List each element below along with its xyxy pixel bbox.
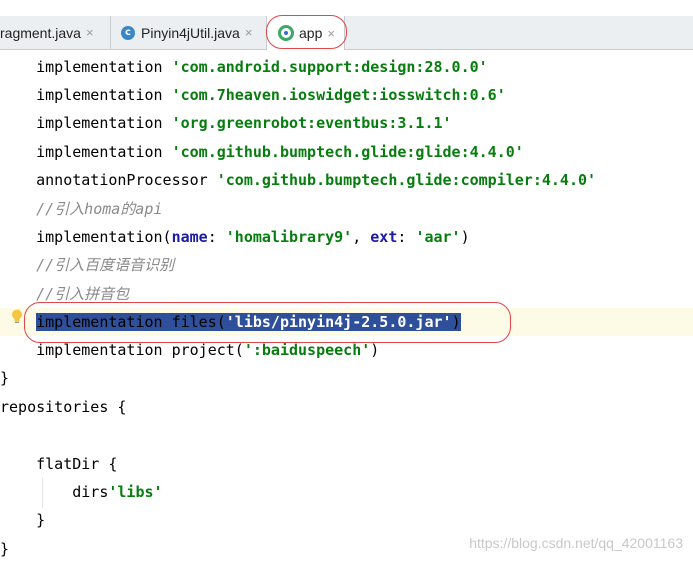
code-line[interactable]: //引入百度语音识别 [0,251,693,279]
code-keyword: dirs [72,483,109,501]
code-keyword: implementation [36,143,172,161]
code-string: 'homalibrary9' [225,228,353,246]
code-keyword: implementation project( [36,341,244,359]
code-string: 'aar' [415,228,461,246]
red-annotation-circle-line [24,302,511,343]
code-comment: //引入拼音包 [36,285,130,303]
code-keyword: annotationProcessor [36,171,217,189]
code-keyword: } [0,369,10,387]
code-keyword: flatDir { [36,455,118,473]
code-separator: : [397,228,416,246]
code-keyword: } [0,540,10,558]
indent-guide [42,478,43,508]
class-icon: c [121,25,135,40]
code-keyword: implementation [36,86,172,104]
code-line[interactable]: } [0,364,693,392]
code-line[interactable]: repositories { [0,393,693,421]
watermark: https://blog.csdn.net/qq_42001163 [469,535,683,551]
code-separator: , [352,228,371,246]
code-separator: : [207,228,226,246]
code-line[interactable]: flatDir { [0,450,693,478]
code-line[interactable]: implementation 'com.android.support:desi… [0,53,693,81]
code-keyword: implementation( [36,228,172,246]
code-string: 'com.7heaven.ioswidget:iosswitch:0.6' [171,86,506,104]
code-line[interactable]: implementation(name: 'homalibrary9', ext… [0,223,693,251]
code-line[interactable]: } [0,506,693,534]
code-string: 'com.android.support:design:28.0.0' [171,58,488,76]
code-line[interactable]: annotationProcessor 'com.github.bumptech… [0,166,693,194]
code-param: ext [370,228,398,246]
code-string: 'com.github.bumptech.glide:glide:4.4.0' [171,143,524,161]
code-string: 'libs' [108,483,163,501]
code-keyword: repositories { [0,398,127,416]
code-param: name [171,228,208,246]
code-string: ':baiduspeech' [243,341,371,359]
tab-label: ragment.java [0,24,81,41]
close-icon[interactable]: × [86,25,94,40]
tab-fragment-java[interactable]: ragment.java × [0,16,111,49]
tab-pinyin4jutil-java[interactable]: c Pinyin4jUtil.java × [111,16,267,49]
tab-label: Pinyin4jUtil.java [141,24,240,41]
code-line[interactable]: implementation 'com.7heaven.ioswidget:io… [0,81,693,109]
code-line[interactable]: implementation 'com.github.bumptech.glid… [0,138,693,166]
code-keyword: } [36,511,46,529]
red-annotation-circle-tab [266,15,347,49]
code-string: 'org.greenrobot:eventbus:3.1.1' [171,114,452,132]
code-line[interactable]: dirs'libs' [0,478,693,506]
lightbulb-icon[interactable] [11,309,23,324]
code-line[interactable] [0,421,693,449]
code-line[interactable]: //引入homa的api [0,195,693,223]
code-keyword: implementation [36,58,172,76]
close-icon[interactable]: × [245,25,253,40]
code-keyword: implementation [36,114,172,132]
code-suffix: ) [370,341,380,359]
code-comment: //引入homa的api [36,200,163,218]
code-string: 'com.github.bumptech.glide:compiler:4.4.… [216,171,597,189]
code-suffix: ) [460,228,470,246]
code-comment: //引入百度语音识别 [36,256,175,274]
code-line[interactable]: implementation 'org.greenrobot:eventbus:… [0,109,693,137]
